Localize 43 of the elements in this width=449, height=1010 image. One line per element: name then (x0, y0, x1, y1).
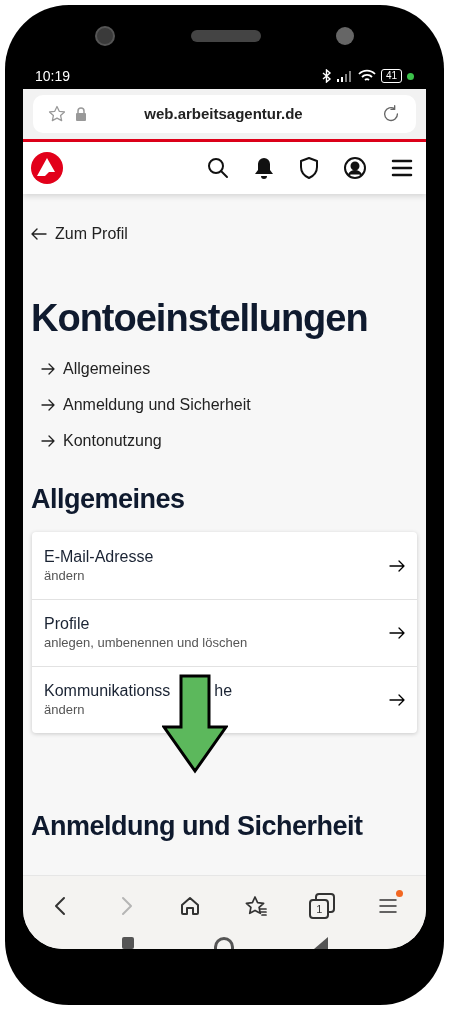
back-link[interactable]: Zum Profil (31, 222, 418, 246)
section-heading: Anmeldung und Sicherheit (31, 810, 364, 843)
settings-row[interactable]: E-Mail-Adresse ändern (32, 532, 417, 599)
row-subtitle: ändern (44, 566, 86, 585)
settings-row[interactable]: Profile anlegen, umbenennen und löschen (32, 599, 417, 666)
right-arrow-icon (389, 559, 405, 572)
section-link[interactable]: Allgemeines (31, 358, 418, 380)
clock: 10:19 (35, 66, 71, 86)
section-heading: Allgemeines (31, 483, 186, 516)
shield-icon[interactable] (298, 156, 320, 180)
search-icon[interactable] (206, 156, 230, 180)
url-text: web.arbeitsagentur.de (143, 103, 304, 124)
user-icon[interactable] (343, 156, 367, 180)
right-arrow-icon (41, 435, 55, 447)
logo-icon[interactable] (31, 152, 63, 184)
bell-icon[interactable] (253, 156, 275, 180)
left-arrow-icon (31, 228, 47, 240)
address-bar[interactable]: web.arbeitsagentur.de (33, 95, 416, 133)
signal-icon (336, 70, 353, 82)
home-button-icon[interactable] (213, 937, 234, 949)
wifi-icon (357, 69, 376, 83)
section-link[interactable]: Anmeldung und Sicherheit (31, 394, 418, 416)
right-arrow-icon (389, 694, 405, 706)
star-icon[interactable] (47, 104, 67, 124)
battery-indicator: 41 (380, 69, 402, 83)
sensor-icon (336, 27, 354, 45)
row-title: he (214, 681, 233, 701)
back-triangle-icon[interactable] (313, 937, 328, 949)
lock-icon (75, 107, 87, 121)
camera-icon (95, 26, 115, 46)
right-arrow-icon (41, 399, 55, 411)
row-title: Kommunikationss (44, 681, 171, 701)
bluetooth-icon (321, 69, 332, 83)
page-title: Kontoeinstellungen (31, 296, 369, 340)
row-title: E-Mail-Adresse (44, 546, 154, 567)
row-subtitle: ändern (44, 701, 86, 719)
section-link[interactable]: Kontonutzung (31, 430, 418, 452)
right-arrow-icon (41, 363, 55, 375)
recents-icon[interactable] (121, 937, 134, 949)
speaker-grille (190, 30, 261, 42)
row-title: Profile (44, 614, 90, 634)
row-subtitle: anlegen, umbenennen und löschen (44, 634, 249, 652)
right-arrow-icon (389, 627, 405, 639)
